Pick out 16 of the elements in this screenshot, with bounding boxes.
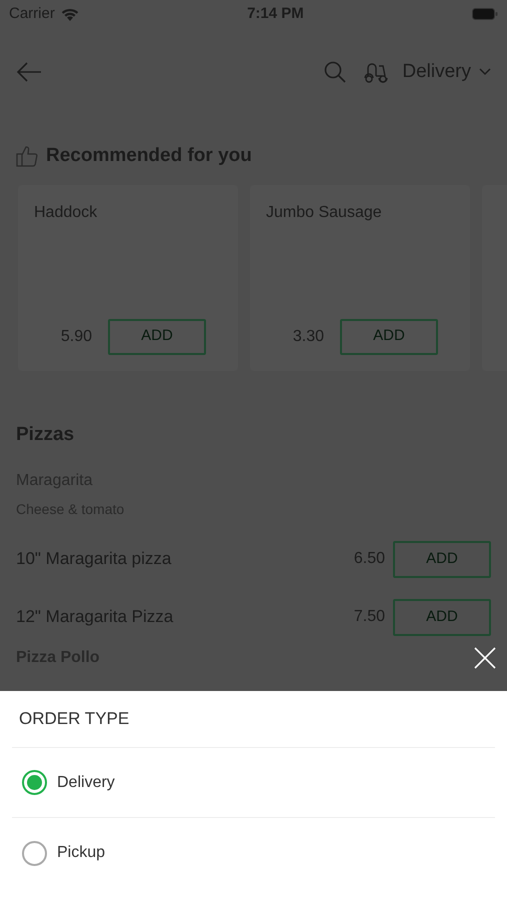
sheet-title: ORDER TYPE	[12, 691, 495, 748]
back-arrow-icon[interactable]	[16, 62, 42, 82]
radio-option[interactable]: Pickup	[12, 818, 495, 888]
battery-icon	[472, 8, 498, 20]
close-icon[interactable]	[474, 647, 496, 669]
add-button[interactable]: ADD	[340, 318, 438, 354]
thumbs-up-icon	[16, 145, 38, 168]
add-button[interactable]: ADD	[108, 318, 206, 354]
add-button[interactable]: ADD	[393, 540, 491, 578]
radio-button[interactable]	[22, 770, 47, 795]
add-button[interactable]: ADD	[393, 598, 491, 636]
chevron-down-icon	[479, 68, 491, 76]
search-icon[interactable]	[324, 61, 346, 83]
radio-option[interactable]: Delivery	[12, 748, 495, 818]
wifi-icon	[60, 8, 79, 20]
radio-button[interactable]	[22, 840, 47, 866]
